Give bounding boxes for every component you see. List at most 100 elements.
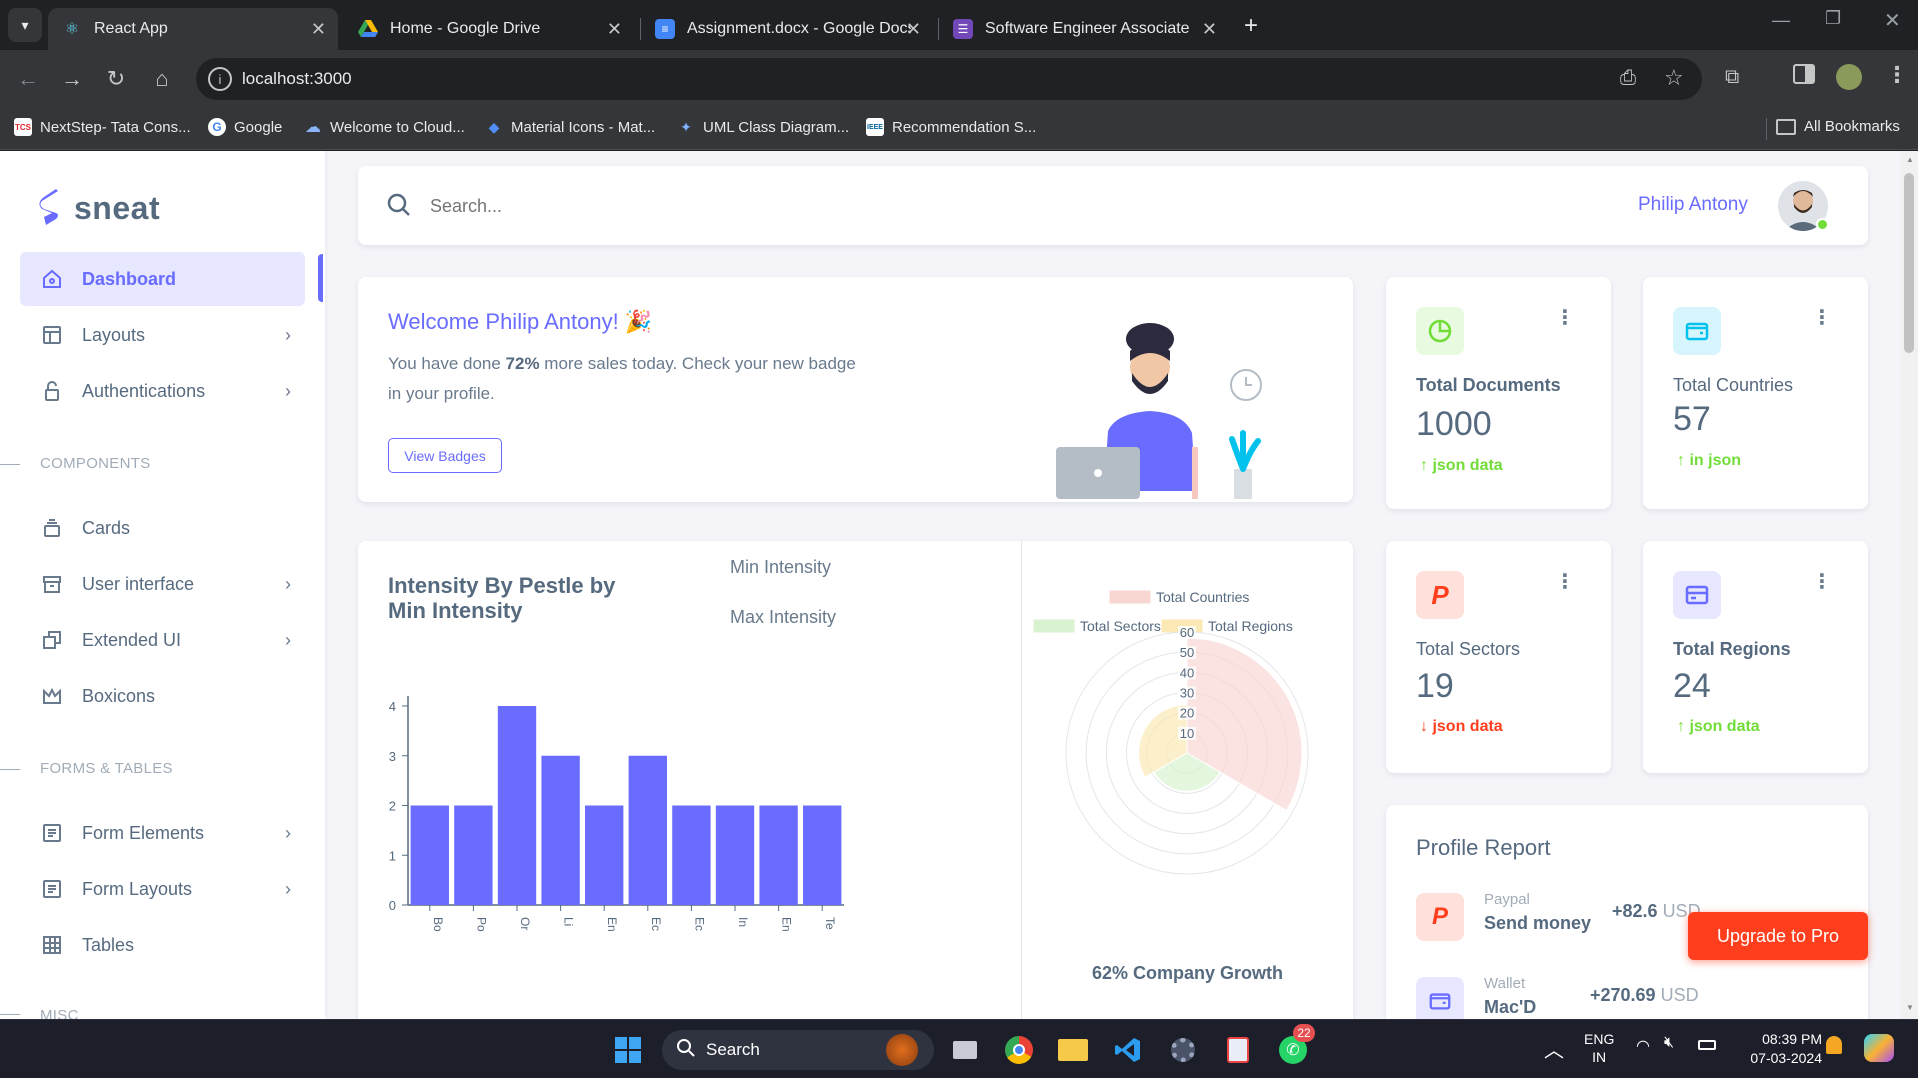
language-indicator[interactable]: ENG IN bbox=[1584, 1030, 1614, 1066]
react-icon: ⚛ bbox=[64, 21, 80, 38]
wifi-icon[interactable]: ◠ bbox=[1636, 1036, 1650, 1056]
amount-value: +82.6 bbox=[1612, 901, 1658, 921]
y-tick-label: 1 bbox=[389, 848, 396, 863]
close-icon[interactable]: ✕ bbox=[906, 19, 921, 40]
side-panel-icon[interactable] bbox=[1793, 64, 1815, 84]
close-icon[interactable]: ✕ bbox=[311, 19, 326, 40]
minimize-icon[interactable]: — bbox=[1772, 10, 1790, 31]
bar bbox=[410, 805, 449, 905]
sidebar-item-boxicons[interactable]: Boxicons bbox=[20, 669, 305, 723]
kpi-trend: ↓ json data bbox=[1420, 718, 1503, 736]
volume-mute-icon[interactable]: 🔇︎ bbox=[1664, 1034, 1674, 1052]
lang-code: ENG bbox=[1584, 1031, 1615, 1047]
cloud-icon: ☁ bbox=[305, 119, 321, 136]
search-highlight-icon bbox=[886, 1034, 918, 1066]
sidebar-item-tables[interactable]: Tables bbox=[20, 918, 305, 972]
tab-search-button[interactable]: ▾ bbox=[8, 8, 42, 42]
tab-google-forms[interactable]: ☰ Software Engineer Associate ✕ bbox=[939, 8, 1229, 50]
sidebar-item-user-interface[interactable]: User interface › bbox=[20, 557, 305, 611]
sidebar-item-form-elements[interactable]: Form Elements › bbox=[20, 806, 305, 860]
kpi-trend-text: json data bbox=[1432, 718, 1503, 735]
new-tab-button[interactable]: + bbox=[1244, 12, 1258, 40]
settings-gear-icon[interactable] bbox=[1163, 1030, 1203, 1070]
back-icon[interactable]: ← bbox=[10, 61, 46, 97]
all-bookmarks[interactable]: All Bookmarks bbox=[1776, 118, 1900, 135]
sidebar-item-layouts[interactable]: Layouts › bbox=[20, 308, 305, 362]
scrollbar-thumb[interactable] bbox=[1904, 173, 1914, 353]
tab-google-drive[interactable]: Home - Google Drive ✕ bbox=[344, 8, 634, 50]
taskbar-search[interactable]: Search bbox=[662, 1030, 934, 1070]
upgrade-to-pro-button[interactable]: Upgrade to Pro bbox=[1688, 912, 1868, 960]
ieee-icon: IEEE bbox=[866, 118, 884, 136]
close-icon[interactable]: ✕ bbox=[607, 19, 622, 40]
close-icon[interactable]: ✕ bbox=[1202, 19, 1217, 40]
uml-icon: ✦ bbox=[680, 118, 692, 135]
bookmark-cloud[interactable]: ☁ Welcome to Cloud... bbox=[304, 118, 465, 137]
address-bar[interactable]: i localhost:3000 ⎙ ☆ bbox=[196, 58, 1702, 100]
search-input[interactable] bbox=[430, 186, 830, 226]
forward-icon[interactable]: → bbox=[54, 61, 90, 97]
kpi-trend-text: json data bbox=[1432, 457, 1503, 474]
more-vertical-icon[interactable]: ⋮ bbox=[1812, 308, 1832, 328]
transaction-source: Wallet bbox=[1484, 975, 1526, 992]
battery-icon[interactable] bbox=[1698, 1040, 1716, 1050]
profile-avatar-icon[interactable] bbox=[1836, 64, 1862, 90]
x-tick-label: Or bbox=[518, 917, 532, 930]
polar-area-chart: Total Countries Total Sectors Total Region… bbox=[1033, 589, 1309, 875]
sidebar-item-authentications[interactable]: Authentications › bbox=[20, 364, 305, 418]
sidebar-item-cards[interactable]: Cards bbox=[20, 501, 305, 555]
clock-date: 07-03-2024 bbox=[1750, 1050, 1822, 1066]
window-close-icon[interactable]: ✕ bbox=[1884, 8, 1901, 33]
site-info-icon[interactable]: i bbox=[208, 67, 232, 91]
bar-chart: 0 1 2 3 4 Bo Po Or Li En Ec Ec In En Te bbox=[389, 696, 844, 932]
windows-taskbar: Search ✆ 22 ︿ ENG IN ◠ 🔇︎ 08:39 PM 07-03-2… bbox=[0, 1019, 1918, 1078]
extensions-icon[interactable]: ⧉ bbox=[1725, 66, 1739, 89]
task-view-icon[interactable] bbox=[945, 1030, 985, 1070]
copilot-icon[interactable] bbox=[1864, 1034, 1894, 1062]
bookmark-ieee[interactable]: IEEE Recommendation S... bbox=[866, 118, 1036, 136]
menu-kebab-icon[interactable]: ⋮ bbox=[1886, 62, 1908, 88]
bookmark-star-icon[interactable]: ☆ bbox=[1664, 65, 1684, 91]
user-name[interactable]: Philip Antony bbox=[1638, 194, 1748, 216]
r-tick-label: 50 bbox=[1180, 645, 1194, 660]
bookmark-material-icons[interactable]: ◆ Material Icons - Mat... bbox=[485, 118, 656, 136]
sidebar-item-extended-ui[interactable]: Extended UI › bbox=[20, 613, 305, 667]
windows-start-icon[interactable] bbox=[608, 1030, 648, 1070]
bookmark-uml[interactable]: ✦ UML Class Diagram... bbox=[677, 118, 849, 136]
install-app-icon[interactable]: ⎙ bbox=[1620, 67, 1636, 90]
home-icon[interactable]: ⌂ bbox=[144, 61, 180, 97]
paypal-icon: P bbox=[1416, 571, 1464, 619]
kpi-value: 19 bbox=[1416, 667, 1454, 705]
more-vertical-icon[interactable]: ⋮ bbox=[1555, 572, 1575, 592]
sidebar-item-form-layouts[interactable]: Form Layouts › bbox=[20, 862, 305, 916]
vscode-icon[interactable] bbox=[1108, 1030, 1148, 1070]
bar bbox=[497, 706, 537, 905]
restore-icon[interactable]: ❐ bbox=[1825, 8, 1841, 29]
clock-time: 08:39 PM bbox=[1762, 1031, 1822, 1047]
sidebar-item-label: Cards bbox=[82, 517, 131, 538]
sidebar-item-dashboard[interactable]: Dashboard bbox=[20, 252, 305, 306]
google-icon: G bbox=[208, 118, 226, 136]
bookmark-nextstep[interactable]: TCS NextStep- Tata Cons... bbox=[14, 118, 191, 136]
bookmark-google[interactable]: G Google bbox=[208, 118, 282, 136]
tab-react-app[interactable]: ⚛ React App ✕ bbox=[48, 8, 338, 50]
brand-logo[interactable]: sneat bbox=[38, 189, 160, 227]
more-vertical-icon[interactable]: ⋮ bbox=[1812, 572, 1832, 592]
x-tick-label: En bbox=[605, 917, 619, 932]
notification-bell-icon[interactable] bbox=[1826, 1036, 1842, 1054]
file-explorer-icon[interactable] bbox=[1053, 1030, 1093, 1070]
clock[interactable]: 08:39 PM 07-03-2024 bbox=[1732, 1030, 1822, 1068]
view-badges-button[interactable]: View Badges bbox=[388, 438, 502, 473]
search-icon[interactable] bbox=[386, 192, 412, 223]
page-scrollbar[interactable]: ▲ ▼ bbox=[1900, 151, 1918, 1019]
kpi-trend-text: in json bbox=[1689, 452, 1742, 469]
more-vertical-icon[interactable]: ⋮ bbox=[1555, 308, 1575, 328]
tab-google-docs[interactable]: ≡ Assignment.docx - Google Docs ✕ bbox=[641, 8, 933, 50]
chrome-icon[interactable] bbox=[999, 1030, 1039, 1070]
reload-icon[interactable]: ↻ bbox=[98, 61, 134, 97]
chevron-up-icon[interactable]: ︿ bbox=[1544, 1034, 1564, 1063]
transaction-amount: +270.69 USD bbox=[1590, 985, 1699, 1006]
kpi-trend: ↑ json data bbox=[1677, 718, 1760, 736]
snipping-tool-icon[interactable] bbox=[1218, 1030, 1258, 1070]
x-tick-label: Bo bbox=[431, 917, 445, 932]
